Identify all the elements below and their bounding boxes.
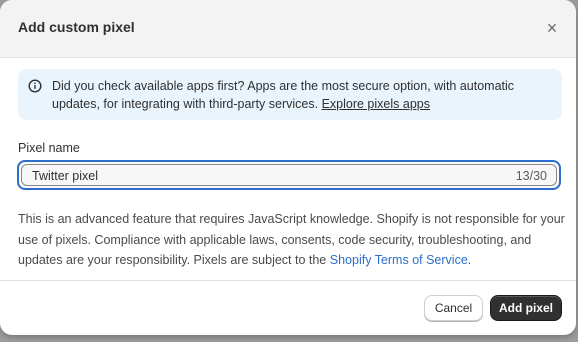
add-pixel-button[interactable]: Add pixel [490, 295, 562, 321]
pixel-name-input[interactable] [32, 165, 472, 187]
banner-text: Did you check available apps first? Apps… [52, 79, 515, 111]
footer-divider [0, 280, 576, 281]
dialog-header: Add custom pixel × [0, 0, 576, 58]
cancel-button[interactable]: Cancel [424, 295, 483, 321]
close-button[interactable]: × [540, 16, 564, 40]
character-count: 13/30 [515, 169, 547, 183]
pixel-name-field[interactable]: 13/30 [17, 160, 561, 190]
info-banner: Did you check available apps first? Apps… [18, 69, 562, 120]
dialog-title: Add custom pixel [18, 19, 135, 35]
disclaimer-suffix: . [467, 253, 472, 267]
close-icon: × [546, 18, 558, 38]
explore-pixels-apps-link[interactable]: Explore pixels apps [322, 97, 430, 111]
pixel-name-label: Pixel name [18, 141, 80, 155]
disclaimer-text: This is an advanced feature that require… [18, 209, 574, 271]
shopify-terms-link[interactable]: Shopify Terms of Service [330, 253, 468, 267]
banner-message: Did you check available apps first? Apps… [52, 77, 552, 113]
add-custom-pixel-dialog: Add custom pixel × Did you check availab… [0, 0, 576, 335]
pixel-name-field-inner: 13/30 [21, 164, 557, 187]
info-icon [28, 79, 42, 93]
disclaimer-body: This is an advanced feature that require… [18, 212, 565, 267]
